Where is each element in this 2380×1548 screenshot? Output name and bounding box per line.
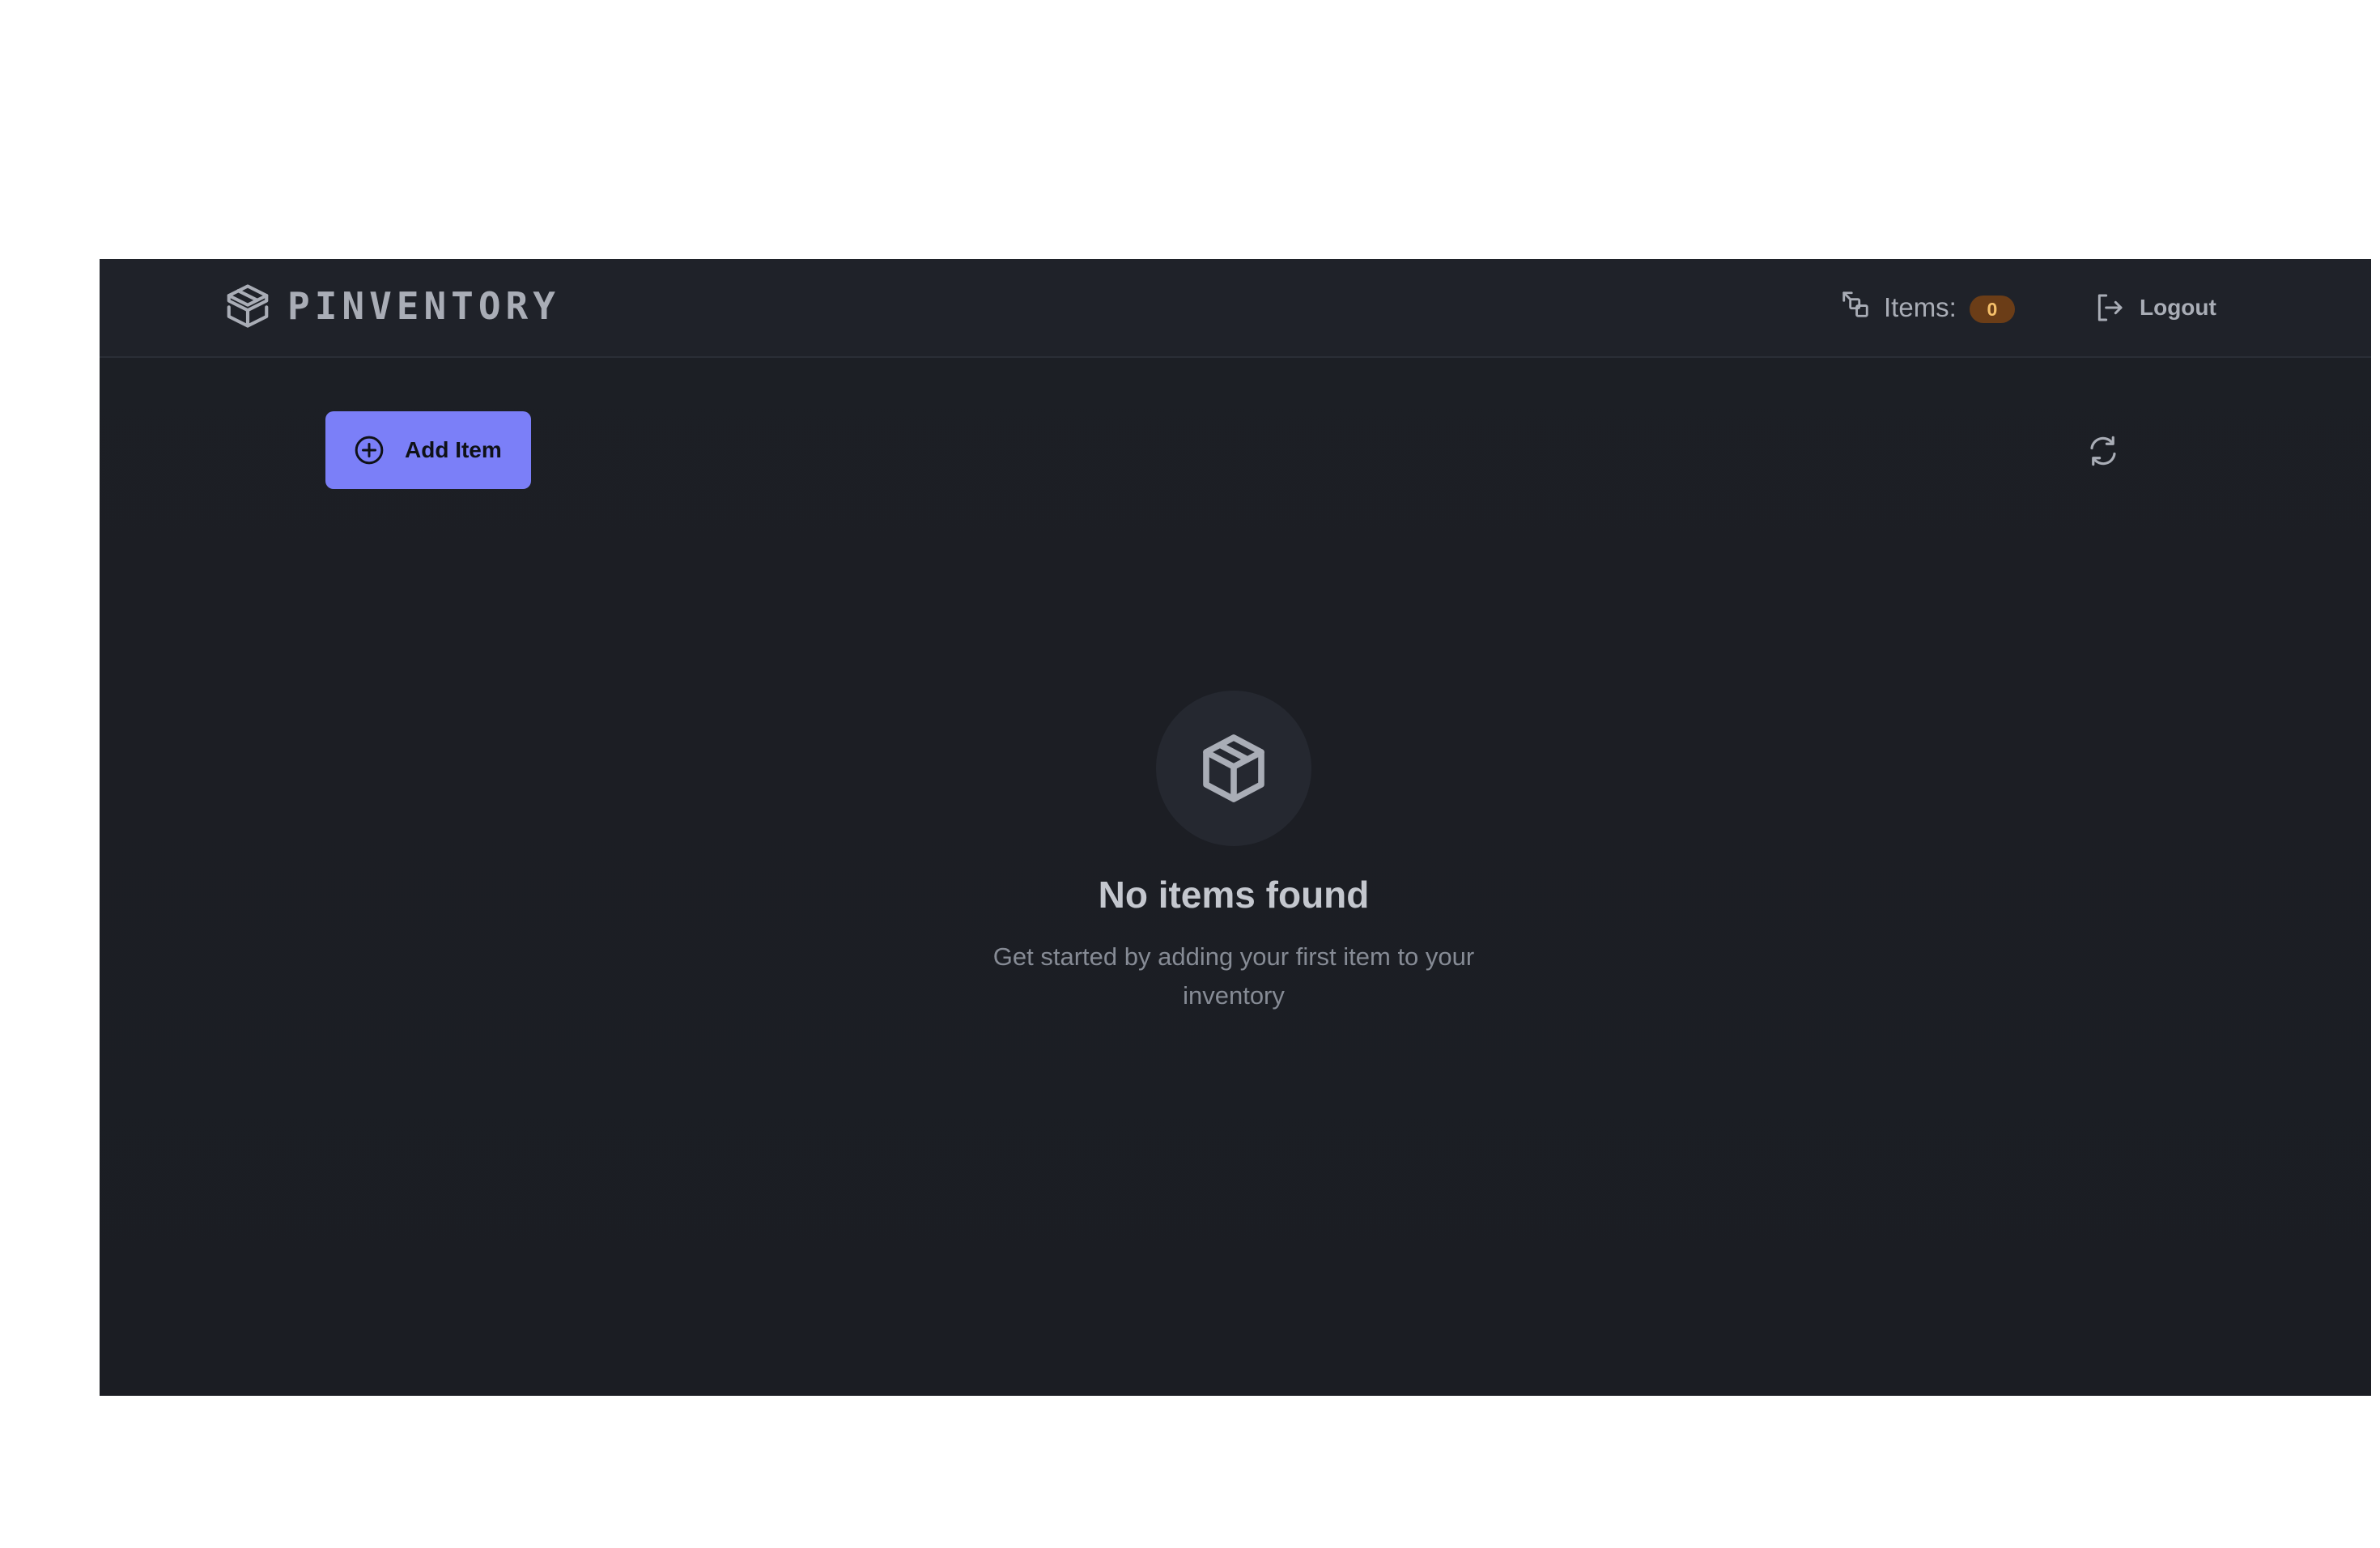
items-swap-icon [1840,289,1871,320]
refresh-button[interactable] [2083,431,2123,471]
brand-name: PINVENTORY [287,284,560,328]
empty-state-title: No items found [1098,874,1370,916]
empty-state-subtitle: Get started by adding your first item to… [992,942,1475,1010]
empty-state-icon-circle [1156,691,1311,846]
box-icon [1203,734,1264,802]
app-window: PINVENTORY Items: 0 Logout Add Item No i… [100,259,2371,1396]
package-stack-icon [223,281,273,331]
add-item-button[interactable]: Add Item [325,411,531,489]
brand[interactable]: PINVENTORY [223,280,560,332]
add-item-label: Add Item [405,437,502,462]
refresh-icon [2090,436,2116,466]
navbar: PINVENTORY Items: 0 Logout [100,259,2371,358]
items-count: Items: 0 [1840,282,2015,334]
plus-circle-icon [353,434,385,466]
items-count-badge: 0 [1969,296,2015,323]
logout-button[interactable]: Logout [2093,282,2216,334]
logout-label: Logout [2140,295,2216,320]
items-label: Items: [1884,292,1957,322]
logout-icon [2093,291,2125,324]
